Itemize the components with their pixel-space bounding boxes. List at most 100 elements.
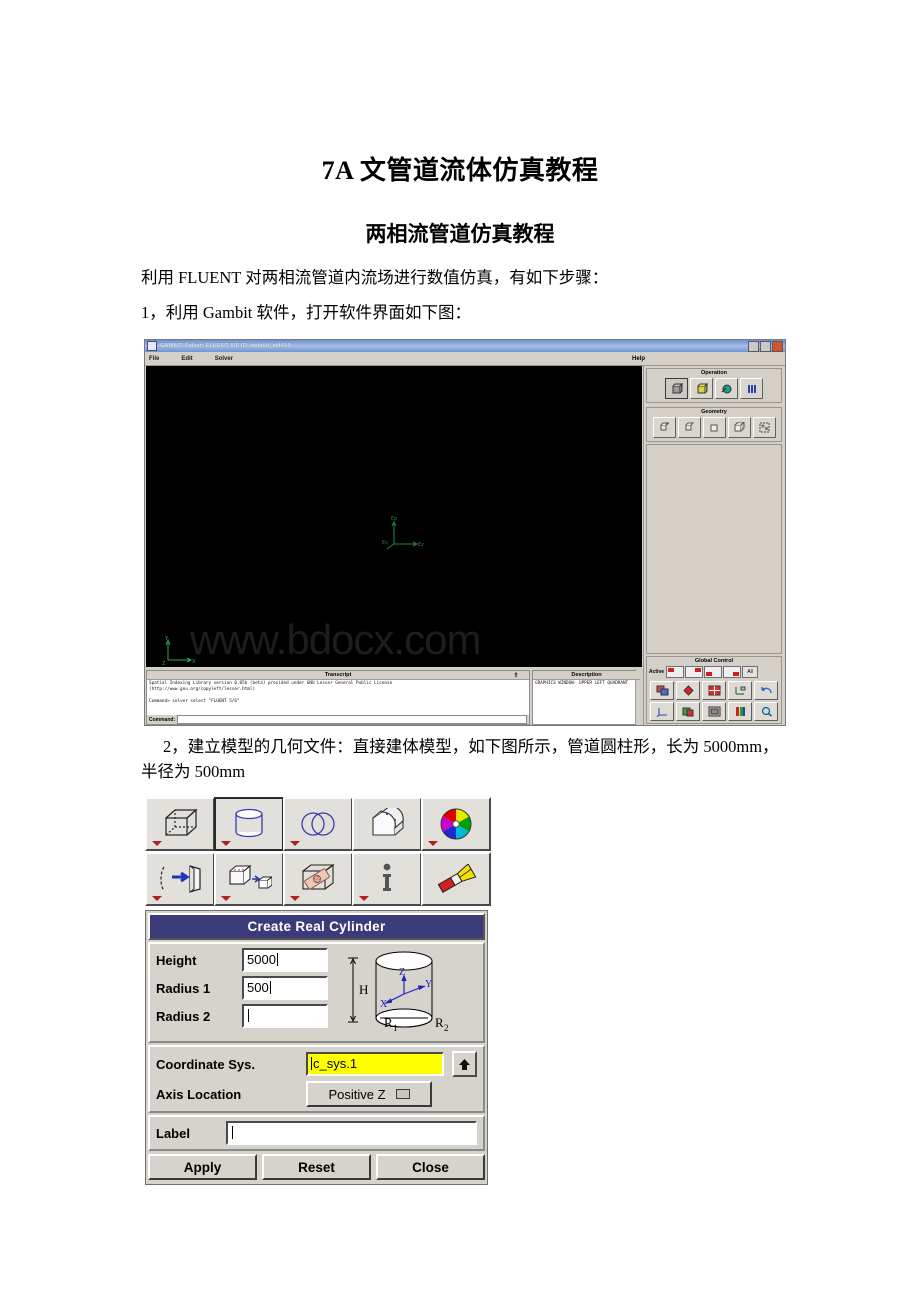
menu-help[interactable]: Help <box>632 356 645 362</box>
description-panel: Description GRAPHICS WINDOW- UPPER LEFT … <box>532 670 641 725</box>
sweep-dropdown-arrow[interactable] <box>221 896 231 901</box>
render-icon[interactable] <box>676 702 700 721</box>
edge-icon[interactable] <box>677 417 701 438</box>
window-layout-icon[interactable] <box>702 681 726 700</box>
quad-lower-right-button[interactable] <box>723 666 742 678</box>
reset-view-icon[interactable] <box>702 702 726 721</box>
menu-edit[interactable]: Edit <box>181 356 192 362</box>
active-quadrant-row: Active All <box>647 665 781 679</box>
tools-operation-icon[interactable] <box>740 378 763 399</box>
radius1-input[interactable]: 500 <box>242 976 328 1000</box>
coordinate-label: Coordinate Sys. <box>156 1056 255 1072</box>
graphics-window-icon[interactable] <box>650 681 674 700</box>
undo-icon[interactable] <box>754 681 778 700</box>
sweep-volume-icon[interactable] <box>214 852 284 906</box>
svg-text:X: X <box>380 999 388 1010</box>
page-subtitle: 两相流管道仿真教程 <box>365 222 555 246</box>
global-control-section: Global Control Active All <box>646 656 782 724</box>
command-row: Command: <box>147 715 529 724</box>
center-axis-triad: Ep Ex Ez <box>382 514 428 550</box>
vertex-icon[interactable] <box>652 417 676 438</box>
maximize-button[interactable] <box>760 341 771 352</box>
description-header: Description <box>533 671 640 680</box>
coordinate-input[interactable]: c_sys.1 <box>306 1052 445 1076</box>
svg-text:Ez: Ez <box>418 542 424 548</box>
cylinder-dropdown-arrow[interactable] <box>221 841 231 846</box>
mesh-operation-icon[interactable] <box>690 378 713 399</box>
axis-location-select[interactable]: Positive Z <box>306 1081 432 1107</box>
create-brick-icon[interactable] <box>145 797 215 851</box>
quad-upper-right-button[interactable] <box>685 666 704 678</box>
transcript-header-label: Transcript <box>324 672 352 678</box>
page-title: 7A 文管道流体仿真教程 <box>321 156 599 185</box>
close-button[interactable] <box>772 341 783 352</box>
color-dropdown-arrow[interactable] <box>428 841 438 846</box>
command-label: Command: <box>149 716 176 723</box>
up-arrow-icon <box>459 1058 471 1070</box>
reset-button[interactable]: Reset <box>262 1154 371 1180</box>
delete-volume-icon[interactable] <box>421 852 491 906</box>
color-icon[interactable] <box>728 702 752 721</box>
svg-text:X: X <box>192 659 196 665</box>
color-wheel-icon[interactable] <box>421 797 491 851</box>
group-icon[interactable] <box>752 417 776 438</box>
close-button[interactable]: Close <box>376 1154 485 1180</box>
gambit-window: GAMBIT Solver: FLUENT 5/6 ID: default_id… <box>144 339 786 726</box>
description-text: GRAPHICS WINDOW- UPPER LEFT QUADRANT <box>533 680 640 724</box>
zoom-icon[interactable] <box>754 702 778 721</box>
orient-model-icon[interactable] <box>676 681 700 700</box>
radius2-label: Radius 2 <box>156 1008 211 1024</box>
graphics-window[interactable]: www.bdocx.com Ep Ex Ez Y Z X <box>146 366 642 667</box>
quad-upper-left-button[interactable] <box>666 666 685 678</box>
apply-button[interactable]: Apply <box>148 1154 257 1180</box>
coordinate-row: Coordinate Sys. c_sys.1 <box>156 1051 477 1077</box>
command-input[interactable] <box>177 715 527 724</box>
quad-lower-left-button[interactable] <box>704 666 723 678</box>
geometry-operation-icon[interactable] <box>665 378 688 399</box>
volume-info-icon[interactable] <box>352 852 422 906</box>
geometry-section: Geometry <box>646 407 782 442</box>
document-page: 7A 文管道流体仿真教程 两相流管道仿真教程 利用 FLUENT 对两相流管道内… <box>0 0 920 1302</box>
move-copy-volume-icon[interactable] <box>145 852 215 906</box>
connect-dropdown-arrow[interactable] <box>290 896 300 901</box>
svg-text:Ep: Ep <box>391 516 397 522</box>
coordinate-pick-button[interactable] <box>452 1051 477 1077</box>
menu-solver[interactable]: Solver <box>215 356 233 362</box>
svg-text:H: H <box>359 982 368 997</box>
transcript-text: Spatial Indexing Library version 0.05b (… <box>147 669 643 725</box>
radius2-input[interactable] <box>242 1004 328 1028</box>
create-real-cylinder-dialog: Create Real Cylinder Height 5000 Radius … <box>145 910 488 1185</box>
paragraph-intro: 利用 FLUENT 对两相流管道内流场进行数值仿真，有如下步骤： <box>141 268 609 287</box>
boolean-dropdown-arrow[interactable] <box>290 841 300 846</box>
gambit-body: www.bdocx.com Ep Ex Ez Y Z X Transcript … <box>145 366 785 725</box>
transcript-header: Transcript <box>147 671 529 680</box>
transcript-line: Command> solver select "FLUENT 5/6" <box>149 699 240 704</box>
chevron-down-icon <box>395 1089 410 1099</box>
minimize-button[interactable] <box>748 341 759 352</box>
menu-file[interactable]: File <box>149 356 159 362</box>
zones-operation-icon[interactable] <box>715 378 738 399</box>
split-volume-icon[interactable] <box>352 797 422 851</box>
info-dropdown-arrow[interactable] <box>359 896 369 901</box>
boolean-operation-icon[interactable] <box>283 797 353 851</box>
connect-volume-icon[interactable] <box>283 852 353 906</box>
dialog-title: Create Real Cylinder <box>148 913 485 940</box>
face-icon[interactable] <box>702 417 726 438</box>
svg-text:Y: Y <box>425 979 432 990</box>
all-quadrants-button[interactable]: All <box>742 666 759 678</box>
svg-text:Ex: Ex <box>382 540 388 546</box>
pin-icon[interactable] <box>513 672 519 678</box>
brick-dropdown-arrow[interactable] <box>152 841 162 846</box>
move-copy-dropdown-arrow[interactable] <box>152 896 162 901</box>
active-label: Active <box>649 669 665 675</box>
label-input[interactable] <box>226 1121 477 1145</box>
volume-icon[interactable] <box>727 417 751 438</box>
operation-section: Operation <box>646 368 782 403</box>
gambit-left-region: www.bdocx.com Ep Ex Ez Y Z X Transcript … <box>145 366 643 725</box>
axis-location-value: Positive Z <box>328 1086 386 1102</box>
create-cylinder-icon[interactable] <box>214 797 284 851</box>
coordinate-icon[interactable] <box>650 702 674 721</box>
height-input[interactable]: 5000 <box>242 948 328 972</box>
gambit-titlebar: GAMBIT Solver: FLUENT 5/6 ID: default_id… <box>145 340 785 352</box>
axis-icon[interactable] <box>728 681 752 700</box>
